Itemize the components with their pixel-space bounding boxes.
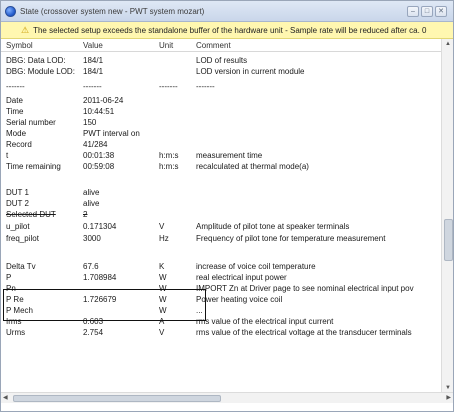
- cell-value: 184/1: [83, 56, 104, 65]
- cell-value: 2.754: [83, 328, 104, 337]
- window-title: State (crossover system new - PWT system…: [20, 6, 205, 16]
- cell-unit: Hz: [159, 234, 169, 243]
- header-value[interactable]: Value: [83, 41, 103, 50]
- cell-comment: rms value of the electrical voltage at t…: [196, 328, 412, 337]
- cell-symbol: Serial number: [6, 118, 56, 127]
- scroll-right-icon[interactable]: ▶: [446, 394, 451, 401]
- cell-symbol: Selected DUT: [6, 210, 56, 219]
- cell-unit: V: [159, 328, 165, 337]
- table-header: Symbol Value Unit Comment: [1, 39, 441, 52]
- cell-symbol: u_pilot: [6, 222, 30, 231]
- minimize-icon[interactable]: –: [407, 5, 419, 17]
- warning-text: The selected setup exceeds the standalon…: [33, 25, 427, 35]
- table-row[interactable]: DBG: Module LOD: 184/1 LOD version in curr…: [1, 66, 441, 78]
- cell-value: 1.708984: [83, 273, 117, 282]
- scroll-left-icon[interactable]: ◀: [3, 394, 8, 401]
- cell-unit: h:m:s: [159, 151, 179, 160]
- app-icon: [5, 5, 16, 17]
- horizontal-scrollbar[interactable]: ◀ ▶: [1, 392, 453, 403]
- cell-value: 67.6: [83, 262, 99, 271]
- pilot-highlight-box: [3, 289, 206, 321]
- horizontal-scroll-thumb[interactable]: [13, 395, 221, 402]
- scroll-up-icon[interactable]: ▲: [445, 41, 451, 47]
- cell-value: -------: [83, 82, 102, 91]
- close-icon[interactable]: ✕: [435, 5, 447, 17]
- vertical-scroll-thumb[interactable]: [444, 219, 453, 261]
- cell-symbol: Time: [6, 107, 24, 116]
- header-comment[interactable]: Comment: [196, 41, 231, 50]
- table-row[interactable]: ------- ------- ------- -------: [1, 81, 441, 93]
- warning-icon: ⚠: [21, 24, 30, 35]
- warning-banner: ⚠ The selected setup exceeds the standal…: [1, 22, 453, 39]
- scroll-down-icon[interactable]: ▼: [445, 385, 451, 391]
- cell-comment: Power heating voice coil: [196, 295, 283, 304]
- cell-comment: -------: [196, 82, 215, 91]
- cell-value: alive: [83, 199, 100, 208]
- cell-symbol: DBG: Module LOD:: [6, 67, 75, 76]
- cell-value: PWT interval on: [83, 129, 140, 138]
- cell-symbol: DBG: Data LOD:: [6, 56, 66, 65]
- cell-symbol: Time remaining: [6, 162, 61, 171]
- cell-value: 2: [83, 210, 88, 219]
- cell-symbol: Record: [6, 140, 32, 149]
- cell-value: 00:59:08: [83, 162, 115, 171]
- cell-value: alive: [83, 188, 100, 197]
- maximize-icon[interactable]: □: [421, 5, 433, 17]
- cell-comment: rms value of the electrical input curren…: [196, 317, 334, 326]
- cell-comment: real electrical input power: [196, 273, 287, 282]
- cell-symbol: freq_pilot: [6, 234, 39, 243]
- table-row[interactable]: u_pilot 0.171304 V Amplitude of pilot tone …: [1, 221, 441, 233]
- cell-symbol: Urms: [6, 328, 26, 337]
- cell-value: 10:44:51: [83, 107, 115, 116]
- title-bar[interactable]: State (crossover system new - PWT system…: [1, 1, 453, 22]
- window-controls: – □ ✕: [407, 5, 453, 17]
- cell-symbol: DUT 1: [6, 188, 29, 197]
- cell-comment: LOD of results: [196, 56, 248, 65]
- table-row[interactable]: [1, 249, 441, 261]
- table-row[interactable]: Selected DUT 2: [1, 209, 441, 221]
- cell-comment: Amplitude of pilot tone at speaker termi…: [196, 222, 350, 231]
- cell-value: 0.171304: [83, 222, 117, 231]
- state-table[interactable]: Symbol Value Unit Comment DBG: Data LOD:…: [1, 39, 453, 403]
- state-window: State (crossover system new - PWT system…: [0, 0, 454, 412]
- cell-value: 150: [83, 118, 97, 127]
- cell-unit: h:m:s: [159, 162, 179, 171]
- cell-symbol: Mode: [6, 129, 27, 138]
- table-row[interactable]: Time remaining 00:59:08 h:m:s recalculated …: [1, 161, 441, 173]
- cell-comment: recalculated at thermal mode(a): [196, 162, 309, 171]
- cell-value: 41/284: [83, 140, 108, 149]
- cell-symbol: Date: [6, 96, 23, 105]
- cell-unit: V: [159, 222, 165, 231]
- cell-comment: LOD version in current module: [196, 67, 305, 76]
- header-symbol[interactable]: Symbol: [6, 41, 33, 50]
- table-row[interactable]: freq_pilot 3000 Hz Frequency of pilot tone …: [1, 233, 441, 245]
- cell-value: 3000: [83, 234, 101, 243]
- cell-value: 00:01:38: [83, 151, 115, 160]
- cell-unit: -------: [159, 82, 178, 91]
- header-unit[interactable]: Unit: [159, 41, 173, 50]
- vertical-scrollbar[interactable]: ▲ ▼: [441, 39, 453, 393]
- cell-comment: increase of voice coil temperature: [196, 262, 316, 271]
- cell-comment: IMPORT Zn at Driver page to see nominal …: [196, 284, 414, 293]
- cell-symbol: P: [6, 273, 12, 282]
- cell-value: 2011-06-24: [83, 96, 124, 105]
- cell-symbol: -------: [6, 82, 25, 91]
- table-row[interactable]: Urms 2.754 Vrms value of the electrical vo…: [1, 327, 441, 339]
- cell-unit: K: [159, 262, 165, 271]
- cell-symbol: DUT 2: [6, 199, 29, 208]
- cell-unit: W: [159, 273, 167, 282]
- cell-symbol: Delta Tv: [6, 262, 36, 271]
- cell-comment: measurement time: [196, 151, 263, 160]
- cell-comment: Frequency of pilot tone for temperature …: [196, 234, 386, 243]
- cell-symbol: t: [6, 151, 9, 160]
- cell-value: 184/1: [83, 67, 104, 76]
